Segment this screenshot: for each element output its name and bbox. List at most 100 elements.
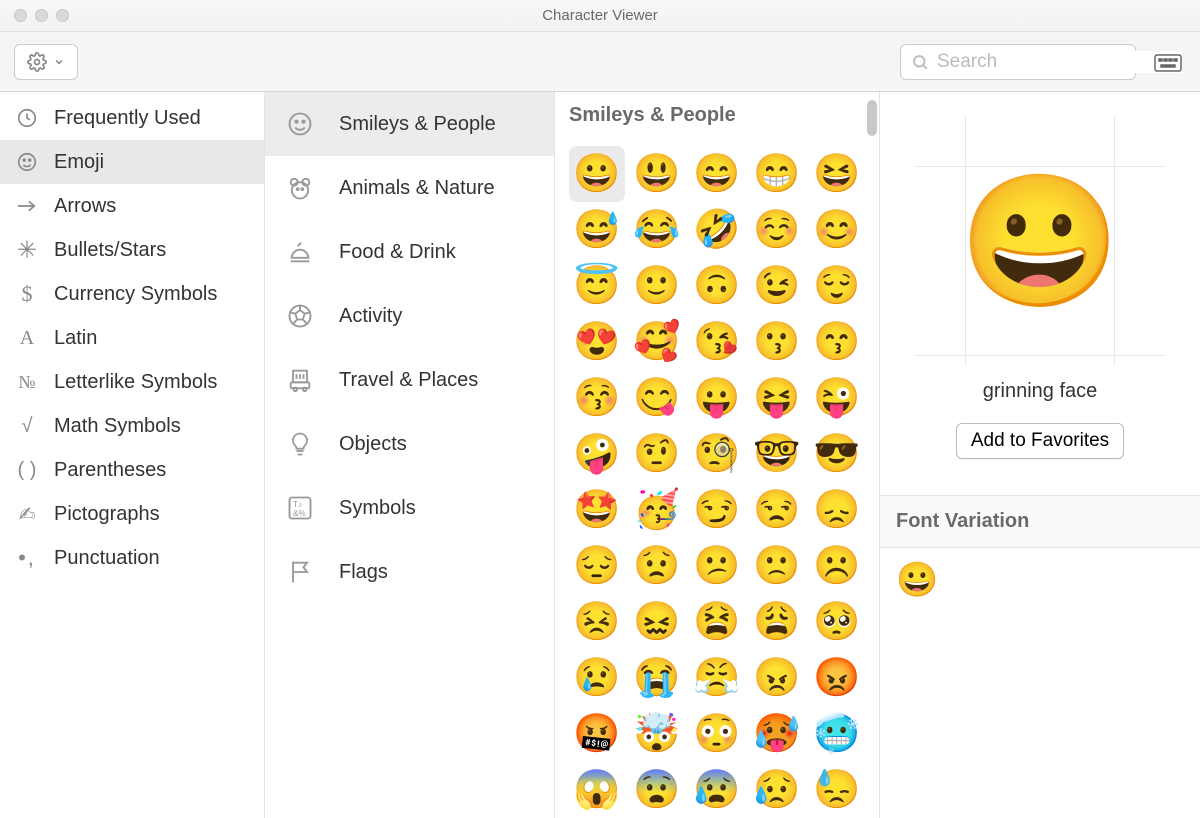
emoji-cell[interactable]: 😠 [749, 650, 805, 706]
emoji-cell[interactable]: 🥳 [629, 482, 685, 538]
sidebar-group-item[interactable]: ALatin [0, 316, 264, 360]
emoji-cell[interactable]: 😅 [569, 202, 625, 258]
emoji-cell[interactable]: 😩 [749, 594, 805, 650]
sidebar-group-item[interactable]: ✍︎Pictographs [0, 492, 264, 536]
emoji-cell[interactable]: 😎 [809, 426, 865, 482]
emoji-cell[interactable]: 😍 [569, 314, 625, 370]
sidebar-group-item[interactable]: Frequently Used [0, 96, 264, 140]
sidebar-group-item[interactable]: №Letterlike Symbols [0, 360, 264, 404]
emoji-cell[interactable]: 😔 [569, 538, 625, 594]
emoji-cell[interactable]: 🥺 [809, 594, 865, 650]
emoji-cell[interactable]: 😒 [749, 482, 805, 538]
sidebar-group-item[interactable]: ( )Parentheses [0, 448, 264, 492]
emoji-category-item[interactable]: Animals & Nature [265, 156, 554, 220]
settings-menu-button[interactable] [14, 44, 78, 80]
emoji-cell[interactable]: 😡 [809, 650, 865, 706]
emoji-cell[interactable]: 😟 [629, 538, 685, 594]
emoji-cell[interactable]: 😀 [569, 146, 625, 202]
gear-icon [27, 52, 47, 72]
sidebar-group-item[interactable]: √Math Symbols [0, 404, 264, 448]
emoji-cell[interactable]: 😜 [809, 370, 865, 426]
emoji-cell[interactable]: 🤯 [629, 706, 685, 762]
emoji-category-item[interactable]: Objects [265, 412, 554, 476]
symbols-icon: T♪&% [285, 493, 315, 523]
emoji-cell[interactable]: 😣 [569, 594, 625, 650]
emoji-cell[interactable]: 🤪 [569, 426, 625, 482]
emoji-cell[interactable]: 🙃 [689, 258, 745, 314]
emoji-cell[interactable]: 😤 [689, 650, 745, 706]
emoji-cell[interactable]: 😏 [689, 482, 745, 538]
emoji-cell[interactable]: 😁 [749, 146, 805, 202]
sidebar-group-label: Parentheses [54, 459, 166, 482]
emoji-cell[interactable]: 😕 [689, 538, 745, 594]
sidebar-group-item[interactable]: $Currency Symbols [0, 272, 264, 316]
font-variation-swatch[interactable]: 😀 [896, 561, 938, 599]
search-field[interactable] [900, 44, 1136, 80]
emoji-cell[interactable]: ☹️ [809, 538, 865, 594]
sidebar-group-item[interactable]: ✳︎Bullets/Stars [0, 228, 264, 272]
emoji-category-item[interactable]: Flags [265, 540, 554, 604]
food-icon [285, 237, 315, 267]
emoji-cell[interactable]: 🥶 [809, 706, 865, 762]
emoji-cell[interactable]: ☺️ [749, 202, 805, 258]
emoji-cell[interactable]: 🙂 [629, 258, 685, 314]
preview-glyph-frame: 😀 [915, 116, 1165, 366]
emoji-cell[interactable]: 🥵 [749, 706, 805, 762]
emoji-cell[interactable]: 😨 [629, 762, 685, 818]
emoji-cell[interactable]: 😊 [809, 202, 865, 258]
emoji-cell[interactable]: 😙 [809, 314, 865, 370]
emoji-category-item[interactable]: T♪&%Symbols [265, 476, 554, 540]
emoji-cell[interactable]: 😚 [569, 370, 625, 426]
emoji-cell[interactable]: 😢 [569, 650, 625, 706]
emoji-cell[interactable]: 😃 [629, 146, 685, 202]
emoji-cell[interactable]: 😖 [629, 594, 685, 650]
emoji-cell[interactable]: 😘 [689, 314, 745, 370]
emoji-cell[interactable]: 🙁 [749, 538, 805, 594]
emoji-cell[interactable]: 😭 [629, 650, 685, 706]
sidebar-group-item[interactable]: Emoji [0, 140, 264, 184]
emoji-cell[interactable]: 🤨 [629, 426, 685, 482]
emoji-category-item[interactable]: Food & Drink [265, 220, 554, 284]
bulb-icon [285, 429, 315, 459]
emoji-cell[interactable]: 😞 [809, 482, 865, 538]
emoji-cell[interactable]: 🥰 [629, 314, 685, 370]
sidebar-group-label: Emoji [54, 151, 104, 174]
emoji-cell[interactable]: 🤩 [569, 482, 625, 538]
emoji-cell[interactable]: 😆 [809, 146, 865, 202]
emoji-cell[interactable]: 😓 [809, 762, 865, 818]
sidebar-group-label: Latin [54, 327, 97, 350]
emoji-cell[interactable]: 🧐 [689, 426, 745, 482]
emoji-category-item[interactable]: Travel & Places [265, 348, 554, 412]
emoji-cell[interactable]: 😄 [689, 146, 745, 202]
keyboard-viewer-button[interactable] [1150, 48, 1186, 76]
emoji-category-label: Flags [339, 561, 388, 584]
add-to-favorites-button[interactable]: Add to Favorites [956, 423, 1124, 459]
emoji-cell[interactable]: 😗 [749, 314, 805, 370]
emoji-cell[interactable]: 😋 [629, 370, 685, 426]
scrollbar-thumb[interactable] [867, 100, 877, 136]
emoji-category-item[interactable]: Smileys & People [265, 92, 554, 156]
emoji-category-item[interactable]: Activity [265, 284, 554, 348]
emoji-cell[interactable]: 😉 [749, 258, 805, 314]
emoji-cell[interactable]: 😂 [629, 202, 685, 258]
emoji-cell[interactable]: 😰 [689, 762, 745, 818]
emoji-cell[interactable]: 😝 [749, 370, 805, 426]
emoji-cell[interactable]: 😱 [569, 762, 625, 818]
sidebar-group-label: Currency Symbols [54, 283, 217, 306]
sidebar-group-item[interactable]: Arrows [0, 184, 264, 228]
emoji-cell[interactable]: 🤬 [569, 706, 625, 762]
sidebar-group-label: Math Symbols [54, 415, 181, 438]
emoji-cell[interactable]: 🤣 [689, 202, 745, 258]
search-input[interactable] [937, 51, 1182, 73]
preview-panel: 😀 grinning face Add to Favorites Font Va… [880, 92, 1200, 818]
emoji-cell[interactable]: 😇 [569, 258, 625, 314]
emoji-cell[interactable]: 😫 [689, 594, 745, 650]
emoji-cell[interactable]: 😥 [749, 762, 805, 818]
sidebar-group-item[interactable]: •,Punctuation [0, 536, 264, 580]
bear-icon [285, 173, 315, 203]
emoji-cell[interactable]: 😛 [689, 370, 745, 426]
emoji-cell[interactable]: 🤓 [749, 426, 805, 482]
titlebar: Character Viewer [0, 0, 1200, 32]
emoji-cell[interactable]: 😳 [689, 706, 745, 762]
emoji-cell[interactable]: 😌 [809, 258, 865, 314]
